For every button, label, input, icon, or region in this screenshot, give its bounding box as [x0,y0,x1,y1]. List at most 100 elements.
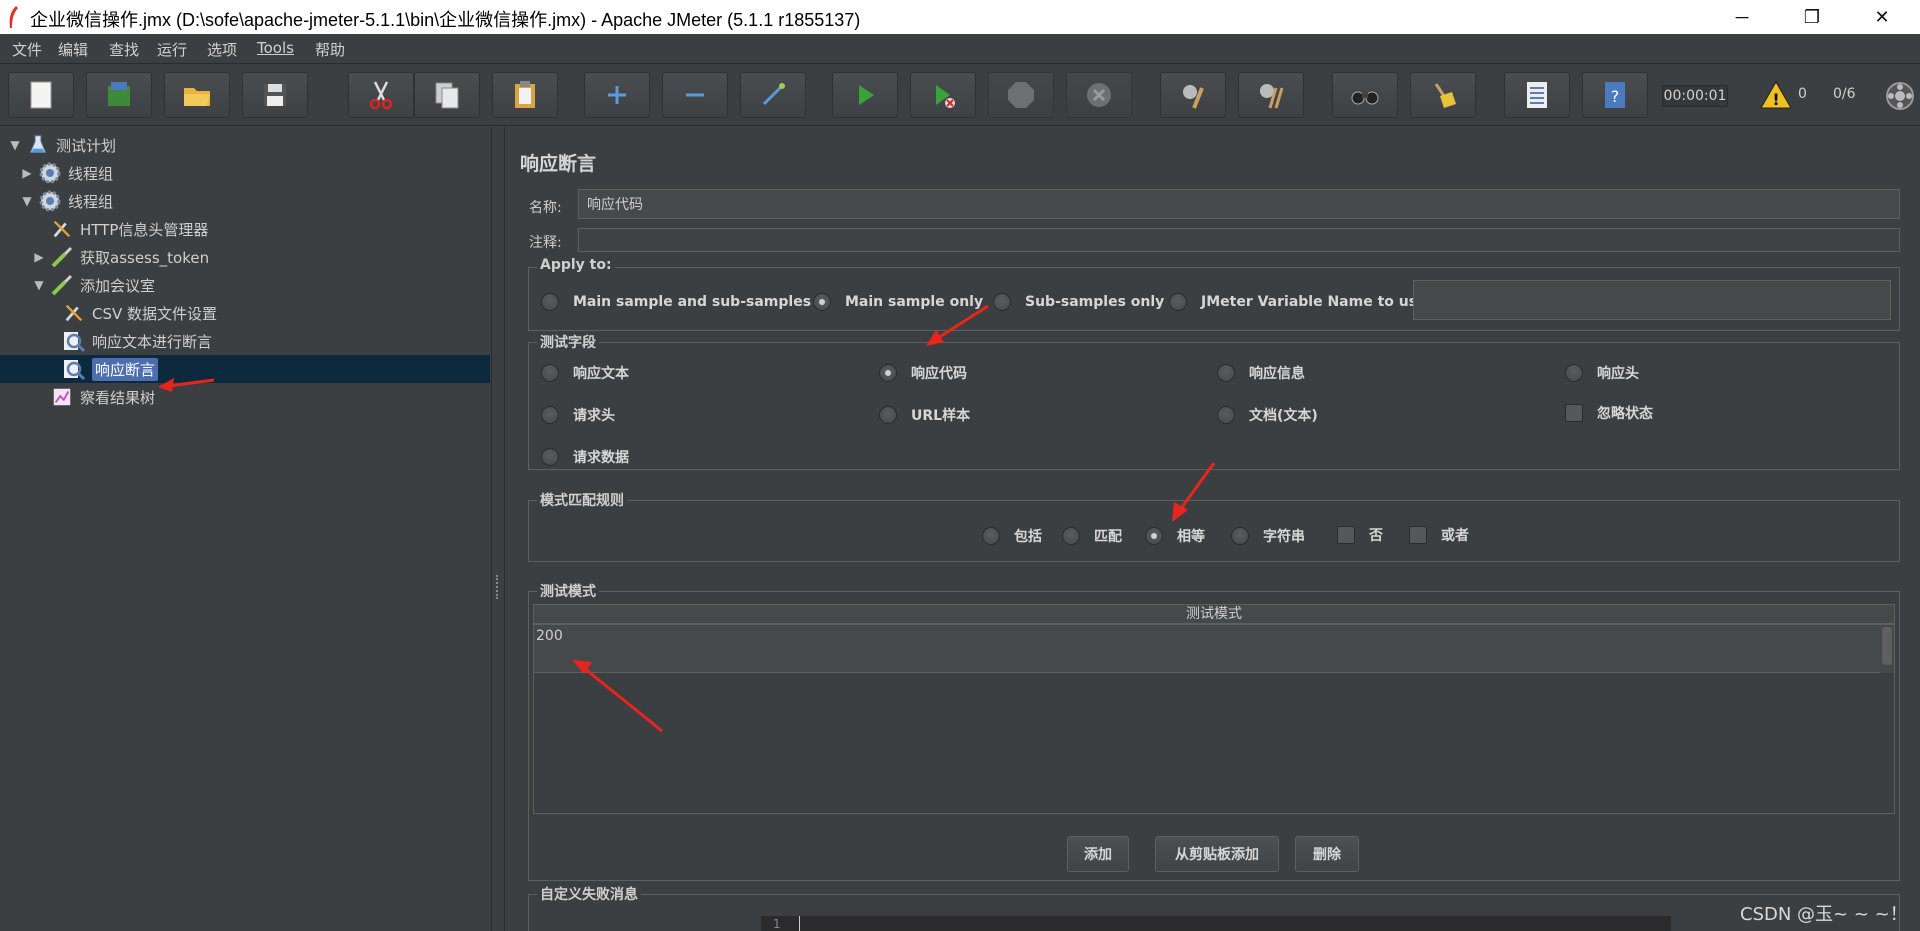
radio-dot [1217,406,1235,424]
new-button[interactable] [8,72,74,118]
copy-button[interactable] [414,72,480,118]
ignore-status-checkbox[interactable]: 忽略状态 [1565,403,1653,423]
shutdown-button[interactable] [1066,72,1132,118]
failure-message-editor[interactable]: 1 [761,916,1671,931]
tree-node[interactable]: ▼ 线程组 [0,187,490,215]
split-pane-divider[interactable] [491,127,505,931]
help-book-icon: ? [1605,82,1625,108]
help-button[interactable]: ? [1582,72,1648,118]
field-response-headers-radio[interactable]: 响应头 [1565,363,1639,383]
tree-node[interactable]: 响应断言 [0,355,490,383]
field-response-text-radio[interactable]: 响应文本 [541,363,629,383]
tree-node[interactable]: ▼ 测试计划 [0,131,490,159]
templates-button[interactable] [86,72,152,118]
field-document-radio[interactable]: 文档(文本) [1217,405,1318,425]
reset-search-button[interactable] [1410,72,1476,118]
rule-or-checkbox[interactable]: 或者 [1409,525,1469,545]
name-field[interactable]: 响应代码 [578,189,1900,219]
collapse-toggle-icon[interactable]: ▼ [8,138,22,152]
field-response-code-radio[interactable]: 响应代码 [879,363,967,383]
test-plan-tree: ▼ 测试计划 ▶ 线程组 ▼ 线程组 HTTP信息头管理器 ▶ 获取assess_token ▼ 添… [0,127,490,931]
apply-sub-only-radio[interactable]: Sub-samples only [993,293,1164,311]
comment-label: 注释: [529,235,562,251]
radio-dot-selected [879,364,897,382]
apply-main-and-sub-radio[interactable]: Main sample and sub-samples [541,293,811,311]
plus-icon [608,86,626,104]
tree-node[interactable]: HTTP信息头管理器 [0,215,490,243]
apply-main-only-radio[interactable]: Main sample only [813,293,983,311]
flask-icon [26,133,50,157]
clear-all-button[interactable] [1238,72,1304,118]
add-from-clipboard-button[interactable]: 从剪贴板添加 [1155,836,1279,872]
table-row[interactable]: 200 [534,625,1880,673]
minimize-button[interactable]: ─ [1712,0,1772,34]
apply-variable-radio[interactable]: JMeter Variable Name to use [1169,293,1427,311]
templates-icon [108,82,130,106]
tree-node[interactable]: ▶ 线程组 [0,159,490,187]
close-button[interactable]: ✕ [1852,0,1912,34]
field-url-label: URL样本 [911,408,971,424]
radio-dot [993,293,1011,311]
menu-options[interactable]: 选项 [207,39,237,60]
menu-edit[interactable]: 编辑 [58,39,88,60]
tree-node[interactable]: 响应文本进行断言 [0,327,490,355]
variable-name-field[interactable] [1413,280,1891,320]
menu-tools[interactable]: Tools [257,39,294,57]
cut-button[interactable] [348,72,414,118]
pipette-icon [50,273,74,297]
field-request-data-radio[interactable]: 请求数据 [541,447,629,467]
add-button[interactable]: 添加 [1067,836,1129,872]
field-response-message-label: 响应信息 [1249,366,1305,382]
restore-button[interactable]: ❐ [1782,0,1842,34]
rule-matches-radio[interactable]: 匹配 [1062,526,1122,546]
field-request-headers-radio[interactable]: 请求头 [541,405,615,425]
expand-toggle-icon[interactable]: ▶ [32,250,46,264]
field-response-message-radio[interactable]: 响应信息 [1217,363,1305,383]
menu-help[interactable]: 帮助 [315,39,345,60]
tree-node[interactable]: ▶ 获取assess_token [0,243,490,271]
expand-all-button[interactable] [584,72,650,118]
rule-equals-radio[interactable]: 相等 [1145,526,1205,546]
collapse-all-button[interactable] [662,72,728,118]
tree-node[interactable]: CSV 数据文件设置 [0,299,490,327]
apply-main-and-sub-label: Main sample and sub-samples [573,294,812,310]
menu-search[interactable]: 查找 [109,39,139,60]
delete-button[interactable]: 删除 [1295,836,1359,872]
menu-file[interactable]: 文件 [12,39,42,60]
collapse-toggle-icon[interactable]: ▼ [32,278,46,292]
toggle-button[interactable] [740,72,806,118]
rule-substring-label: 字符串 [1263,529,1305,545]
menu-run[interactable]: 运行 [157,39,187,60]
window-title-bar: 企业微信操作.jmx (D:\sofe\apache-jmeter-5.1.1\… [0,0,1920,34]
clear-button[interactable] [1160,72,1226,118]
rule-substring-radio[interactable]: 字符串 [1231,526,1305,546]
save-button[interactable] [242,72,308,118]
collapse-toggle-icon[interactable]: ▼ [20,194,34,208]
folder-open-icon [184,88,210,106]
patterns-column-header[interactable]: 测试模式 [533,604,1895,624]
table-scrollbar[interactable] [1880,625,1894,673]
comment-field[interactable] [578,228,1900,252]
function-helper-button[interactable] [1504,72,1570,118]
open-button[interactable] [164,72,230,118]
rule-contains-radio[interactable]: 包括 [982,526,1042,546]
scrollbar-thumb[interactable] [1882,627,1892,665]
rule-or-label: 或者 [1441,528,1469,544]
radio-dot [1062,527,1080,545]
start-no-pause-button[interactable] [910,72,976,118]
stop-button[interactable] [988,72,1054,118]
checkbox-box [1565,404,1583,422]
paste-button[interactable] [492,72,558,118]
divider-grip[interactable] [496,575,500,599]
rule-not-checkbox[interactable]: 否 [1337,525,1383,545]
remote-engines-icon[interactable] [1884,80,1916,112]
field-url-radio[interactable]: URL样本 [879,405,970,425]
start-button[interactable] [832,72,898,118]
expand-toggle-icon[interactable]: ▶ [20,166,34,180]
warning-icon[interactable]: ! [1760,81,1792,109]
pattern-cell[interactable]: 200 [536,628,563,644]
tree-node[interactable]: 察看结果树 [0,383,490,411]
tree-node[interactable]: ▼ 添加会议室 [0,271,490,299]
tree-node-label: CSV 数据文件设置 [92,304,218,323]
search-button[interactable] [1332,72,1398,118]
